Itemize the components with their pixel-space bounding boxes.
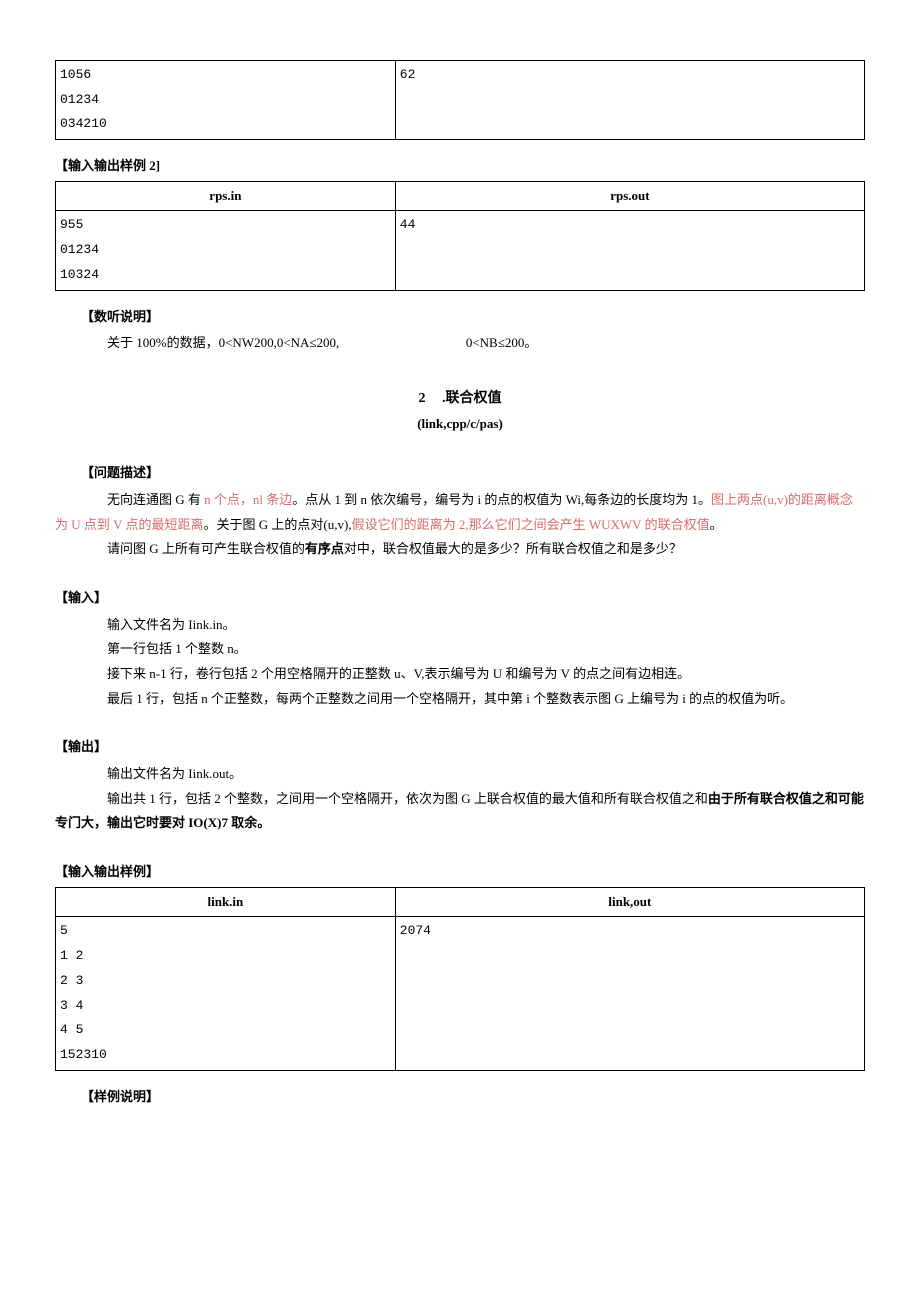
sample-table-3: link.in link,out 5 1 2 2 3 3 4 4 5 15231… bbox=[55, 887, 865, 1071]
input-l4: 最后 1 行，包括 n 个正整数，每两个正整数之间用一个空格隔开，其中第 i 个… bbox=[55, 687, 865, 712]
sample2-label: 【输入输出样例 2] bbox=[55, 154, 865, 179]
table2-out-cell: 44 bbox=[395, 211, 864, 290]
table2-header-out: rps.out bbox=[395, 181, 864, 211]
sample-explain-label: 【样例说明】 bbox=[55, 1085, 865, 1110]
table3-header-out: link,out bbox=[395, 887, 864, 917]
desc-p1a: 无向连通图 G 有 bbox=[107, 492, 204, 507]
desc-p1b: n 个点，nl 条边 bbox=[204, 492, 292, 507]
problem2-title-text: .联合权值 bbox=[442, 391, 502, 406]
desc-p1c: 。点从 1 到 n 依次编号，编号为 i 的点的权值为 Wi,每条边的长度均为 … bbox=[292, 492, 711, 507]
output-label: 【输出】 bbox=[55, 735, 865, 760]
input-l2: 第一行包括 1 个整数 n。 bbox=[55, 637, 865, 662]
data-desc-a: 关于 100%的数据，0<NW200,0<NA≤200, bbox=[107, 335, 339, 350]
desc-p2a: 请问图 G 上所有可产生联合权值的 bbox=[107, 541, 305, 556]
data-desc-b: 0<NB≤200。 bbox=[466, 335, 538, 350]
problem2-title: 2 .联合权值 bbox=[55, 386, 865, 413]
sample-table-2: rps.in rps.out 955 01234 10324 44 bbox=[55, 181, 865, 291]
table3-in: 5 1 2 2 3 3 4 4 5 152310 bbox=[60, 923, 107, 1061]
table1-in: 1056 01234 034210 bbox=[60, 67, 107, 131]
table3-out: 2074 bbox=[400, 923, 431, 938]
desc-p1g: 。 bbox=[710, 517, 723, 532]
input-l1: 输入文件名为 Iink.in。 bbox=[55, 613, 865, 638]
data-desc-label: 【数听说明】 bbox=[55, 305, 865, 330]
sample-table-1: 1056 01234 034210 62 bbox=[55, 60, 865, 140]
problem2-num: 2 bbox=[419, 391, 426, 406]
table1-out-cell: 62 bbox=[395, 61, 864, 140]
output-l1: 输出文件名为 Iink.out。 bbox=[55, 762, 865, 787]
desc-p2b: 有序点 bbox=[305, 541, 344, 556]
input-label: 【输入】 bbox=[55, 586, 865, 611]
desc-p1e: 。关于图 G 上的点对(u,v), bbox=[204, 517, 352, 532]
table3-header-in: link.in bbox=[56, 887, 396, 917]
problem2-subtitle: (link,cpp/c/pas) bbox=[55, 412, 865, 437]
sample3-label: 【输入输出样例】 bbox=[55, 860, 865, 885]
desc-p1f: 假设它们的距离为 2,那么它们之间会产生 WUXWV 的联合权值 bbox=[352, 517, 710, 532]
table1-out: 62 bbox=[400, 67, 416, 82]
input-l3: 接下来 n-1 行，卷行包括 2 个用空格隔开的正整数 u、V,表示编号为 U … bbox=[55, 662, 865, 687]
table3-out-cell: 2074 bbox=[395, 917, 864, 1070]
table2-in: 955 01234 10324 bbox=[60, 217, 99, 281]
output-l2a: 输出共 1 行，包括 2 个整数，之间用一个空格隔开，依次为图 G 上联合权值的… bbox=[107, 791, 708, 806]
output-l2: 输出共 1 行，包括 2 个整数，之间用一个空格隔开，依次为图 G 上联合权值的… bbox=[55, 787, 865, 836]
desc-p2: 请问图 G 上所有可产生联合权值的有序点对中，联合权值最大的是多少？所有联合权值… bbox=[55, 537, 865, 562]
table2-header-in: rps.in bbox=[56, 181, 396, 211]
table2-in-cell: 955 01234 10324 bbox=[56, 211, 396, 290]
desc-label: 【问题描述】 bbox=[55, 461, 865, 486]
desc-p2c: 对中，联合权值最大的是多少？所有联合权值之和是多少？ bbox=[344, 541, 682, 556]
table2-out: 44 bbox=[400, 217, 416, 232]
data-desc-text: 关于 100%的数据，0<NW200,0<NA≤200, 0<NB≤200。 bbox=[55, 331, 865, 356]
table3-in-cell: 5 1 2 2 3 3 4 4 5 152310 bbox=[56, 917, 396, 1070]
table1-in-cell: 1056 01234 034210 bbox=[56, 61, 396, 140]
desc-p1: 无向连通图 G 有 n 个点，nl 条边。点从 1 到 n 依次编号，编号为 i… bbox=[55, 488, 865, 537]
